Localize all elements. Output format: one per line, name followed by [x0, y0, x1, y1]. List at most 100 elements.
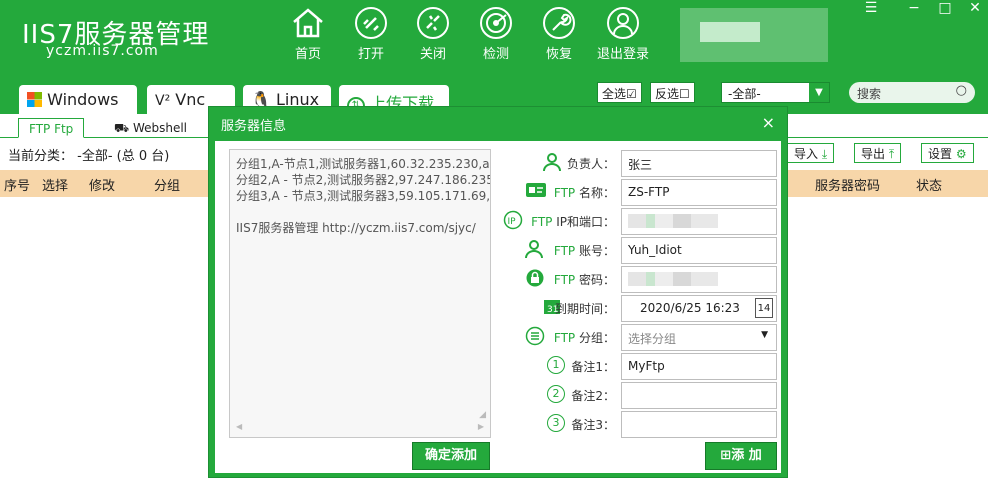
tab-vnc-label: Vnc: [175, 90, 206, 109]
date-picker-icon[interactable]: 14: [755, 298, 773, 318]
textarea-line: [236, 204, 484, 220]
search-icon: ○: [955, 83, 967, 98]
export-button[interactable]: 导出 ⤒: [854, 143, 902, 163]
search-input[interactable]: 搜索 ○: [849, 82, 975, 103]
list-icon: [525, 326, 545, 350]
field-ip-label: FTP IP和端口：: [531, 213, 615, 230]
number-two-icon: 2: [547, 385, 565, 403]
col-index[interactable]: 序号: [4, 175, 30, 194]
col-edit[interactable]: 修改: [89, 175, 115, 194]
password-input[interactable]: [621, 266, 777, 293]
import-button[interactable]: 导入 ⤓: [787, 143, 835, 163]
maximize-button[interactable]: □: [932, 0, 958, 16]
invert-select-button[interactable]: 反选☐: [650, 82, 695, 103]
nav-home-button[interactable]: 首页: [278, 6, 338, 66]
owner-input[interactable]: 张三: [621, 150, 777, 177]
ip-icon: IP: [503, 210, 523, 234]
field-note2-row: 2 备注2：: [495, 382, 785, 409]
invert-label: 反选: [655, 87, 680, 101]
field-note1-label: 备注1：: [571, 358, 615, 375]
tab-ftp[interactable]: FTP Ftp: [18, 118, 85, 138]
resize-grip-icon: ◢: [479, 410, 486, 420]
group-select[interactable]: 选择分组 ▼: [621, 324, 777, 351]
note3-input[interactable]: [621, 411, 777, 438]
nav-close-button[interactable]: 关闭: [403, 6, 463, 66]
note2-input[interactable]: [621, 382, 777, 409]
id-card-icon: [525, 181, 547, 203]
field-label-text: 账号：: [578, 244, 615, 258]
nav-open-label: 打开: [357, 47, 384, 62]
field-note1-row: 1 备注1： MyFtp: [495, 353, 785, 380]
confirm-add-button[interactable]: 确定添加: [412, 442, 490, 470]
number-one-icon: 1: [547, 356, 565, 374]
select-all-button[interactable]: 全选☑: [597, 82, 642, 103]
chevron-down-icon: ▼: [809, 83, 829, 102]
field-account-row: FTP 账号： Yuh_Idiot: [495, 237, 785, 264]
tab-webshell[interactable]: ⛟ Webshell: [104, 118, 197, 138]
account-input[interactable]: Yuh_Idiot: [621, 237, 777, 264]
field-label-text: 名称：: [578, 186, 615, 200]
field-expire-row: 31 到期时间： 2020/6/25 16:23 14: [495, 295, 785, 322]
wrench-icon: [543, 7, 575, 39]
number-three-icon: 3: [547, 414, 565, 432]
nav-restore-label: 恢复: [545, 47, 572, 62]
server-info-dialog: 服务器信息 × 分组1,A-节点1,测试服务器1,60.32.235.230,a…: [208, 106, 788, 478]
dialog-close-button[interactable]: ×: [762, 113, 775, 132]
nav-restore-button[interactable]: 恢复: [529, 6, 589, 66]
category-filter-select[interactable]: -全部- ▼: [721, 82, 830, 103]
chevron-down-icon: ▼: [761, 330, 768, 340]
nav-home-label: 首页: [294, 47, 321, 62]
add-button-label: 添 加: [731, 448, 762, 463]
field-password-label: FTP 密码：: [554, 271, 615, 288]
nav-logout-button[interactable]: 退出登录: [593, 6, 653, 66]
col-group[interactable]: 分组: [154, 175, 180, 194]
field-label-text: 密码：: [578, 273, 615, 287]
textarea-line: IIS7服务器管理 http://yczm.iis7.com/sjyc/: [236, 221, 476, 235]
batch-import-textarea[interactable]: 分组1,A-节点1,测试服务器1,60.32.235.230,ad 分组2,A …: [229, 149, 491, 438]
field-group-row: FTP 分组： 选择分组 ▼: [495, 324, 785, 351]
close-window-button[interactable]: ✕: [962, 0, 988, 16]
col-status[interactable]: 状态: [916, 175, 942, 194]
field-note3-row: 3 备注3：: [495, 411, 785, 438]
textarea-line: 分组3,A - 节点3,测试服务器3,59.105.171.69,a: [236, 189, 491, 203]
field-owner-label: 负责人：: [567, 155, 615, 172]
ip-port-input[interactable]: [621, 208, 777, 235]
add-button[interactable]: ⊞添 加: [705, 442, 777, 470]
field-password-row: FTP 密码：: [495, 266, 785, 293]
field-owner-row: 负责人： 张三: [495, 150, 785, 177]
textarea-line: 分组1,A-节点1,测试服务器1,60.32.235.230,ad: [236, 157, 491, 171]
ftp-name-input[interactable]: ZS-FTP: [621, 179, 777, 206]
textarea-line: 分组2,A - 节点2,测试服务器2,97.247.186.235,: [236, 173, 491, 187]
note1-input[interactable]: MyFtp: [621, 353, 777, 380]
field-prefix: FTP: [531, 215, 553, 229]
minimize-button[interactable]: −: [901, 0, 927, 16]
settings-button[interactable]: 设置 ⚙: [921, 143, 974, 163]
col-password[interactable]: 服务器密码: [815, 175, 880, 194]
col-select[interactable]: 选择: [42, 175, 68, 194]
import-label: 导入: [794, 147, 819, 161]
field-prefix: FTP: [553, 186, 576, 200]
field-group-label: FTP 分组：: [554, 329, 615, 346]
nav-close-label: 关闭: [419, 47, 446, 62]
field-label-text: IP和端口：: [556, 215, 615, 229]
category-summary: 当前分类： -全部- (总 0 台): [8, 149, 170, 164]
nav-open-button[interactable]: 打开: [341, 6, 401, 66]
field-name-label: FTP 名称：: [554, 184, 615, 201]
field-label-text: 备注2：: [571, 389, 615, 403]
expire-date-value: 2020/6/25 16:23: [640, 301, 740, 315]
nav-detect-button[interactable]: 检测: [466, 6, 526, 66]
tab-windows[interactable]: Windows: [19, 85, 137, 114]
tab-webshell-label: Webshell: [132, 121, 188, 135]
settings-label: 设置: [928, 147, 953, 161]
car-icon: ⛟: [114, 121, 130, 135]
top-bar: IIS7服务器管理 yczm.iis7.com 首页 打开 关闭 检测 恢复 退…: [0, 0, 988, 74]
windows-icon: [27, 92, 42, 107]
field-label-text: 到期时间：: [554, 302, 615, 316]
search-placeholder: 搜索: [857, 87, 882, 101]
expire-date-input[interactable]: 2020/6/25 16:23 14: [621, 295, 777, 322]
menu-button[interactable]: ☰: [858, 0, 884, 16]
redacted-user-block: [700, 22, 760, 42]
person-icon: [543, 152, 561, 176]
field-prefix: FTP: [553, 244, 576, 258]
svg-text:IP: IP: [508, 217, 517, 227]
